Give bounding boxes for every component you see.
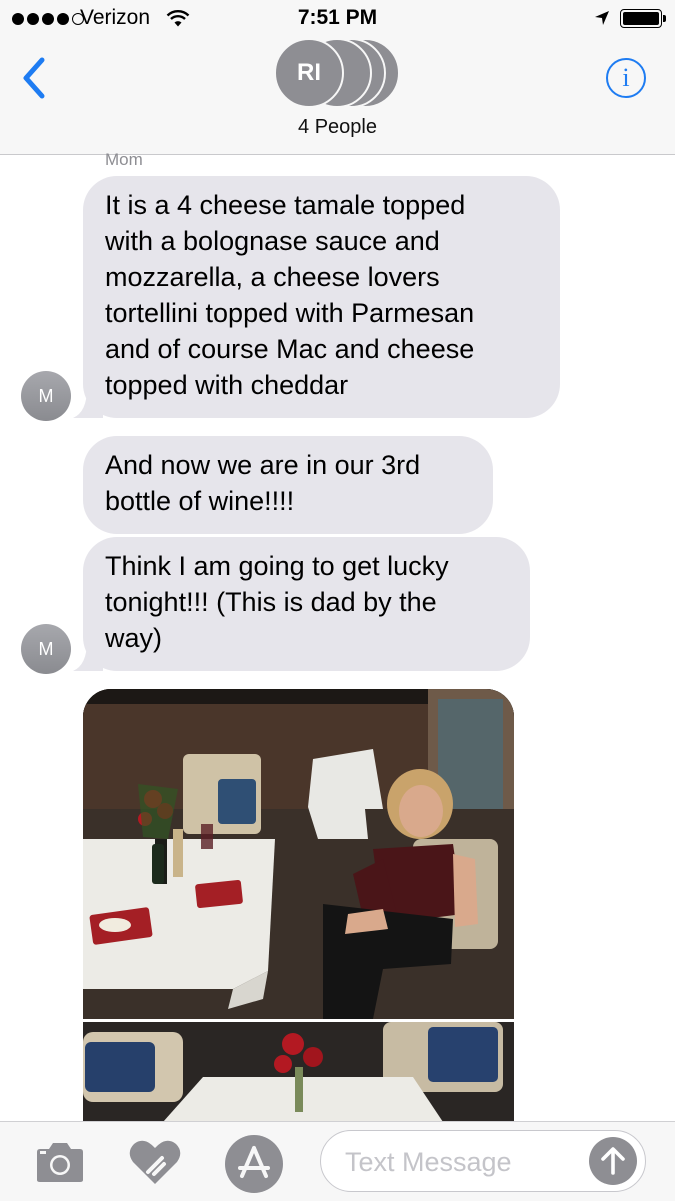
sender-name: Mom <box>105 150 143 169</box>
back-button[interactable] <box>18 56 52 100</box>
info-button[interactable]: i <box>606 58 646 98</box>
digital-touch-heart-icon <box>129 1140 181 1184</box>
message-bubble[interactable]: Think I am going to get lucky tonight!!!… <box>73 537 530 671</box>
message-input-bar <box>0 1121 675 1201</box>
message-line: It is a 4 cheese tamale topped <box>105 190 466 220</box>
info-icon: i <box>622 63 630 92</box>
app-store-button[interactable] <box>224 1134 284 1194</box>
chevron-left-icon <box>23 57 45 99</box>
app-store-icon <box>225 1135 283 1193</box>
photo-attachment[interactable] <box>83 1022 514 1122</box>
bubble-tail <box>73 388 103 418</box>
camera-button[interactable] <box>34 1140 86 1184</box>
message-line: tortellini topped with Parmesan <box>105 298 475 328</box>
send-arrow-icon <box>601 1147 625 1175</box>
clock: 7:51 PM <box>297 6 378 29</box>
message-bubble[interactable]: It is a 4 cheese tamale topped with a bo… <box>73 176 560 418</box>
group-avatar-stack[interactable]: RI <box>274 38 404 110</box>
bubble-tail <box>73 641 103 671</box>
message-line: topped with cheddar <box>105 370 349 400</box>
battery-icon <box>620 9 662 28</box>
send-button[interactable] <box>589 1137 637 1185</box>
message-text-field[interactable] <box>320 1130 646 1192</box>
message-line: Think I am going to get lucky <box>105 551 449 581</box>
patio-table-photo <box>83 1022 514 1122</box>
message-bubble[interactable]: And now we are in our 3rd bottle of wine… <box>83 436 493 534</box>
patio-dinner-photo <box>83 689 514 1019</box>
avatar: RI <box>274 38 344 108</box>
camera-icon <box>37 1143 83 1182</box>
message-line: mozzarella, a cheese lovers <box>105 262 440 292</box>
conversation-header: RI 4 People i <box>0 38 675 155</box>
status-bar: Verizon 7:51 PM <box>0 0 675 38</box>
message-line: And now we are in our 3rd <box>105 450 421 480</box>
message-line: and of course Mac and cheese <box>105 334 475 364</box>
sender-avatar[interactable]: M <box>21 624 71 674</box>
sender-avatar[interactable]: M <box>21 371 71 421</box>
battery-tip <box>663 15 666 22</box>
message-line: with a bolognase sauce and <box>105 226 440 256</box>
location-arrow-icon <box>594 10 610 31</box>
group-label[interactable]: 4 People <box>0 116 675 139</box>
message-input[interactable] <box>343 1141 587 1183</box>
message-line: way) <box>105 623 163 653</box>
message-line: tonight!!! (This is dad by the <box>105 587 437 617</box>
digital-touch-button[interactable] <box>128 1138 182 1186</box>
message-line: bottle of wine!!!! <box>105 486 295 516</box>
photo-attachment[interactable] <box>83 689 514 1019</box>
